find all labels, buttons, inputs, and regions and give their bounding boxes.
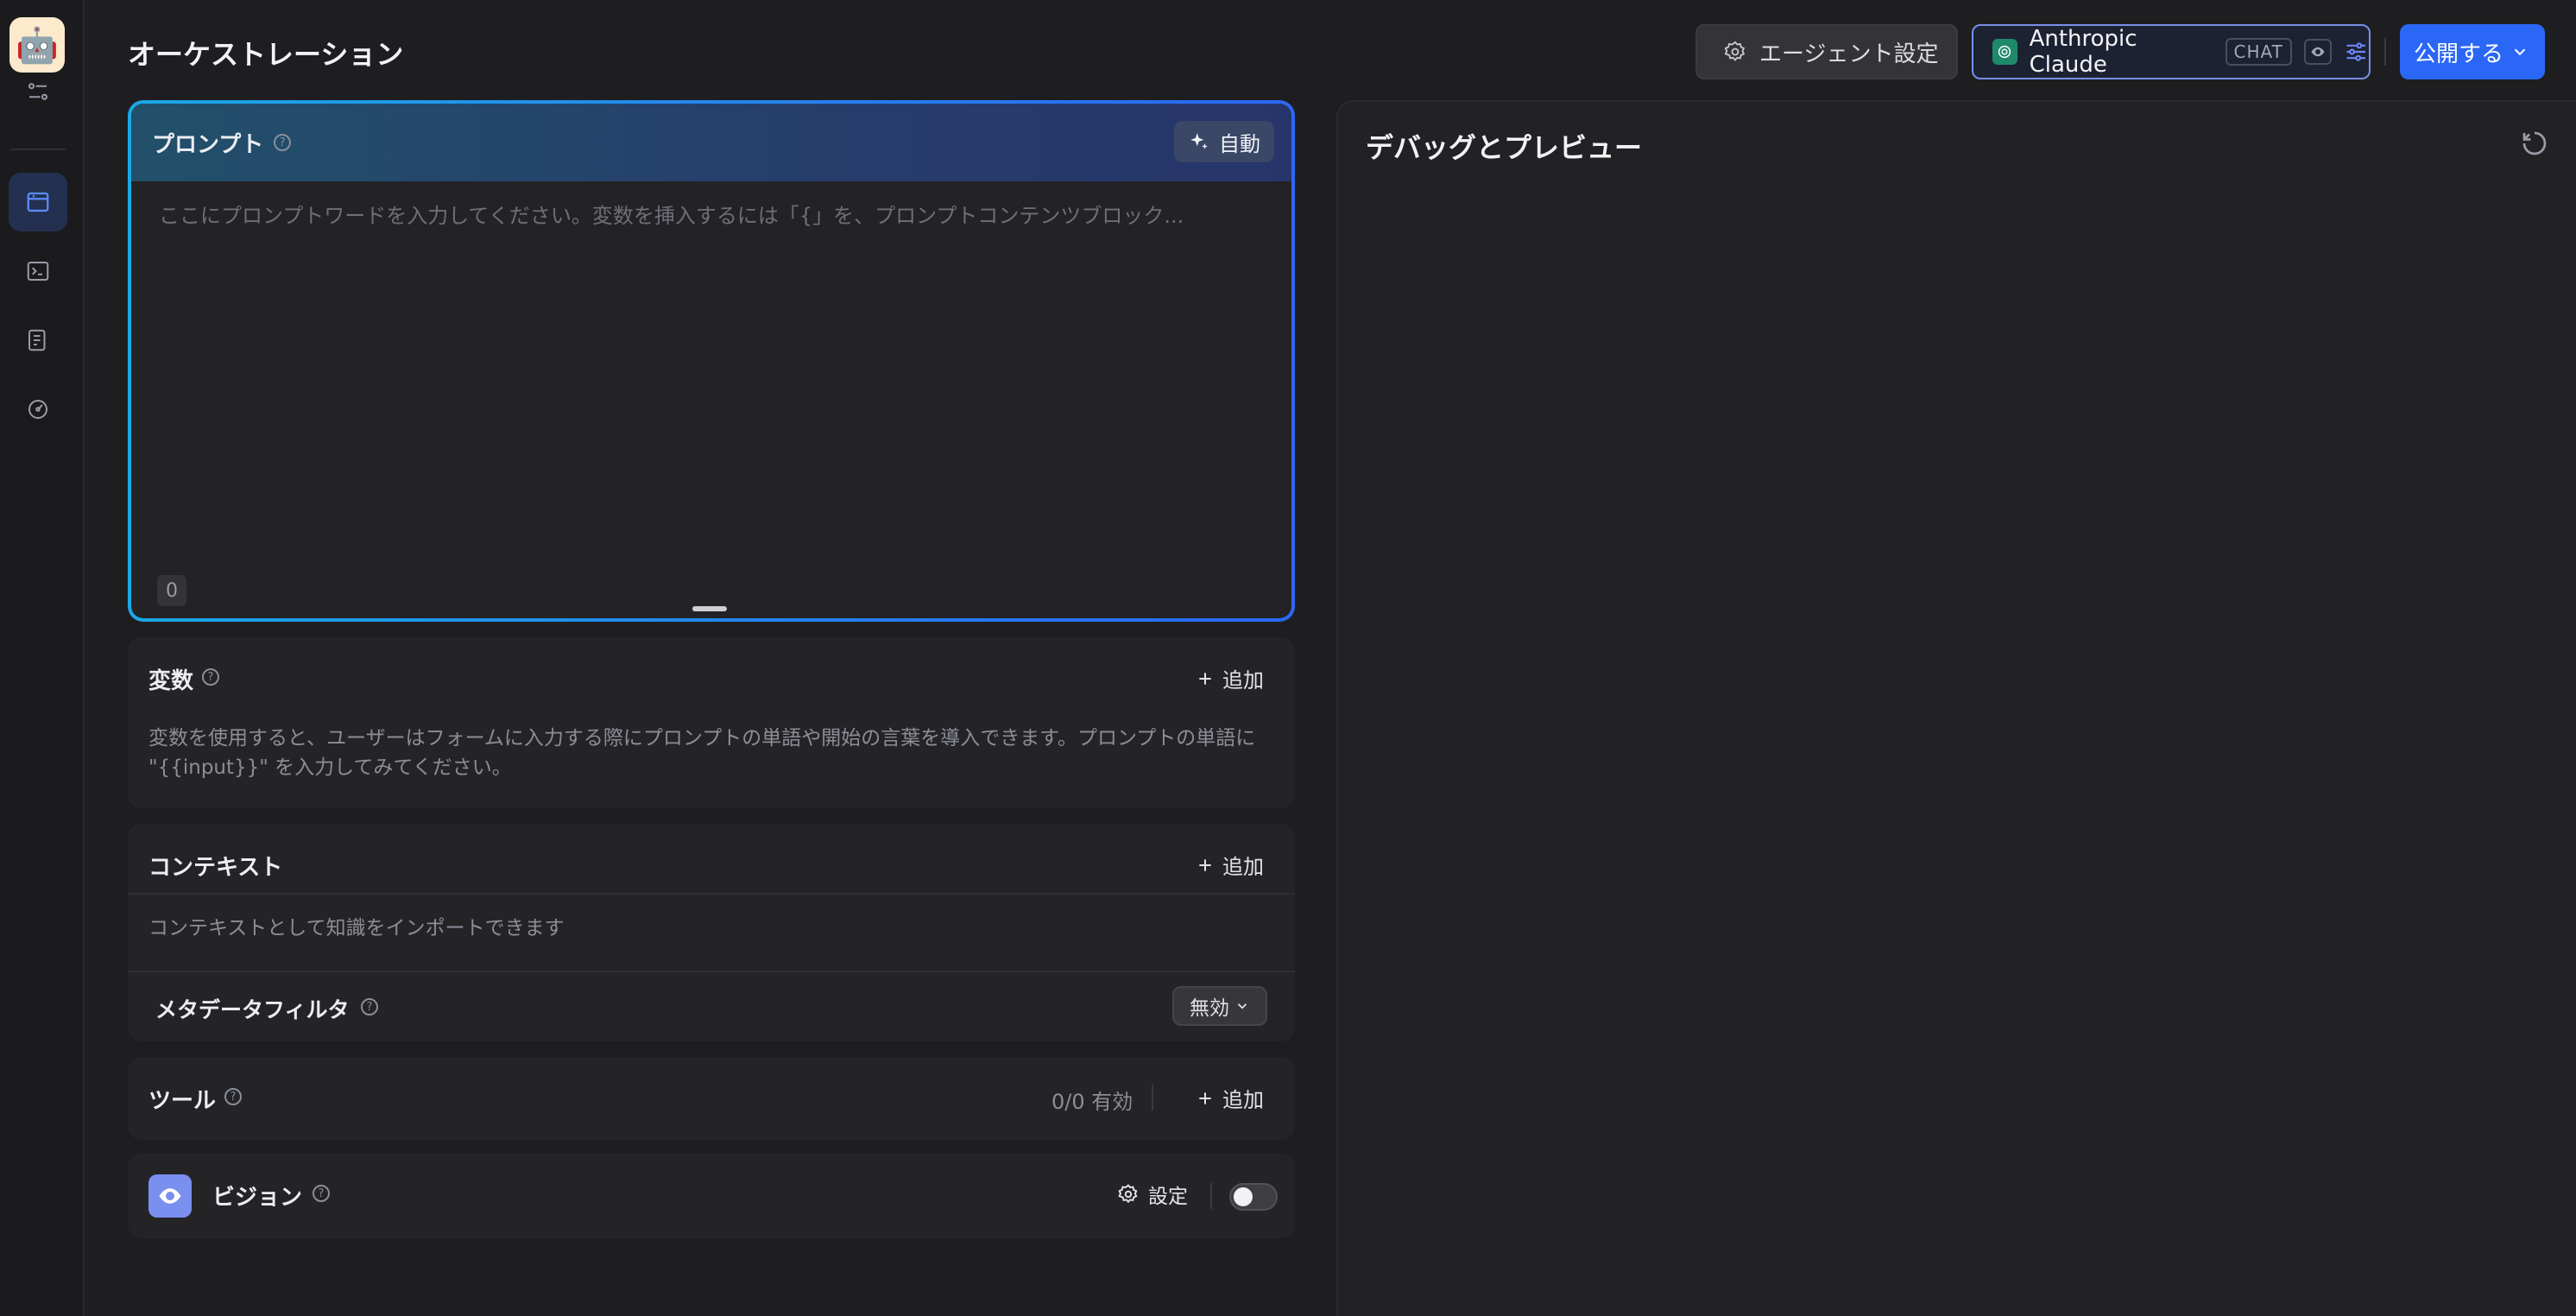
metadata-filter-select[interactable]: 無効 xyxy=(1172,986,1267,1026)
context-description: コンテキストとして知識をインポートできます xyxy=(148,917,565,940)
model-mode-tag: CHAT xyxy=(2225,38,2292,66)
plus-icon xyxy=(1199,858,1211,871)
eye-icon xyxy=(2303,39,2333,65)
add-label: 追加 xyxy=(1222,668,1264,693)
sparkle-icon xyxy=(1190,133,1208,149)
publish-button[interactable]: 公開する xyxy=(2400,24,2545,79)
chevron-down-icon xyxy=(1237,1003,1247,1009)
tools-count: 0/0 有効 xyxy=(1051,1090,1133,1114)
help-icon[interactable]: ? xyxy=(361,998,378,1015)
prompt-input[interactable]: ここにプロンプトワードを入力してください。変数を挿入するには「{」を、プロンプト… xyxy=(159,199,1266,229)
monitoring-icon[interactable] xyxy=(9,380,67,439)
metadata-filter-label: メタデータフィルタ xyxy=(155,997,350,1022)
vision-title: ビジョン xyxy=(212,1185,303,1211)
logs-icon[interactable] xyxy=(9,311,67,370)
add-label: 追加 xyxy=(1222,855,1264,879)
variables-title: 変数 xyxy=(148,668,194,694)
plus-icon xyxy=(1199,672,1211,685)
divider xyxy=(1210,1183,1212,1209)
auto-generate-button[interactable]: 自動 xyxy=(1174,121,1274,162)
prompt-card: プロンプト ? 自動 ここにプロンプトワードを入力してください。変数を挿入するに… xyxy=(128,100,1295,622)
prompt-label: プロンプト xyxy=(152,131,264,158)
rail-divider xyxy=(10,149,66,150)
help-icon[interactable]: ? xyxy=(274,134,292,151)
help-icon[interactable]: ? xyxy=(224,1088,242,1105)
add-variable-button[interactable]: 追加 xyxy=(1196,663,1264,693)
divider xyxy=(128,971,1295,972)
add-label: 追加 xyxy=(1222,1088,1264,1112)
char-count: 0 xyxy=(157,575,186,606)
vision-eye-icon xyxy=(148,1174,192,1218)
metadata-filter-value: 無効 xyxy=(1190,997,1229,1020)
app-settings-icon[interactable] xyxy=(9,69,67,114)
prompt-header: プロンプト ? xyxy=(131,104,1291,181)
app-avatar[interactable]: 🤖 xyxy=(9,17,65,73)
model-name: Anthropic Claude xyxy=(2029,26,2137,78)
auto-label: 自動 xyxy=(1219,131,1260,156)
context-title: コンテキスト xyxy=(148,855,283,881)
agent-settings-label: エージェント設定 xyxy=(1759,41,1939,67)
vision-settings-button[interactable]: 設定 xyxy=(1117,1180,1188,1209)
divider xyxy=(128,893,1295,895)
help-icon[interactable]: ? xyxy=(202,668,219,686)
orchestrate-icon[interactable] xyxy=(9,173,67,231)
help-icon[interactable]: ? xyxy=(313,1185,330,1202)
tools-title: ツール xyxy=(148,1088,217,1114)
left-rail: 🤖 xyxy=(0,0,85,1316)
tools-card: ツール ? 0/0 有効 追加 xyxy=(128,1057,1295,1140)
resize-handle[interactable] xyxy=(692,606,727,611)
plus-icon xyxy=(1199,1091,1211,1104)
context-card: コンテキスト 追加 コンテキストとして知識をインポートできます メタデータフィル… xyxy=(128,824,1295,1041)
debug-preview-panel: デバッグとプレビュー xyxy=(1336,100,2576,1316)
add-context-button[interactable]: 追加 xyxy=(1196,850,1264,880)
variables-card: 変数 ? 追加 変数を使用すると、ユーザーはフォームに入力する際にプロンプトの単… xyxy=(128,637,1295,808)
agent-settings-button[interactable]: エージェント設定 xyxy=(1695,24,1958,79)
openai-logo-icon xyxy=(1992,39,2017,65)
header-separator xyxy=(2384,38,2386,66)
variables-description: 変数を使用すると、ユーザーはフォームに入力する際にプロンプトの単語や開始の言葉を… xyxy=(148,727,1256,779)
model-selector[interactable]: Anthropic Claude CHAT xyxy=(1972,24,2371,79)
debug-title: デバッグとプレビュー xyxy=(1366,131,1643,164)
vision-toggle[interactable] xyxy=(1229,1183,1278,1211)
divider xyxy=(1152,1085,1153,1110)
gear-icon xyxy=(1118,1184,1138,1204)
model-params-icon[interactable] xyxy=(2344,39,2369,65)
refresh-icon[interactable] xyxy=(2519,128,2550,159)
add-tool-button[interactable]: 追加 xyxy=(1196,1083,1264,1113)
settings-label: 設定 xyxy=(1148,1186,1188,1208)
terminal-icon[interactable] xyxy=(9,242,67,301)
vision-card: ビジョン ? 設定 xyxy=(128,1154,1295,1238)
page-title: オーケストレーション xyxy=(128,38,404,71)
gear-icon xyxy=(1724,41,1746,61)
chevron-down-icon xyxy=(2514,48,2526,56)
publish-label: 公開する xyxy=(2414,41,2504,67)
